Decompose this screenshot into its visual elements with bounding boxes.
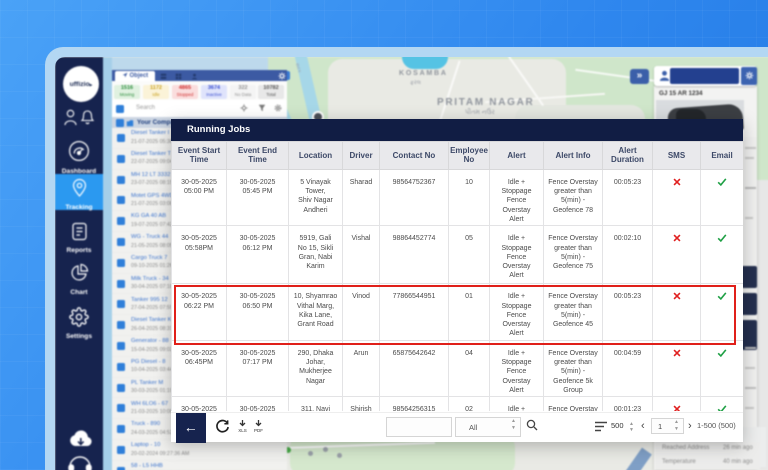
svg-text:PDF: PDF (254, 428, 263, 433)
svg-text:XLS: XLS (238, 428, 247, 433)
